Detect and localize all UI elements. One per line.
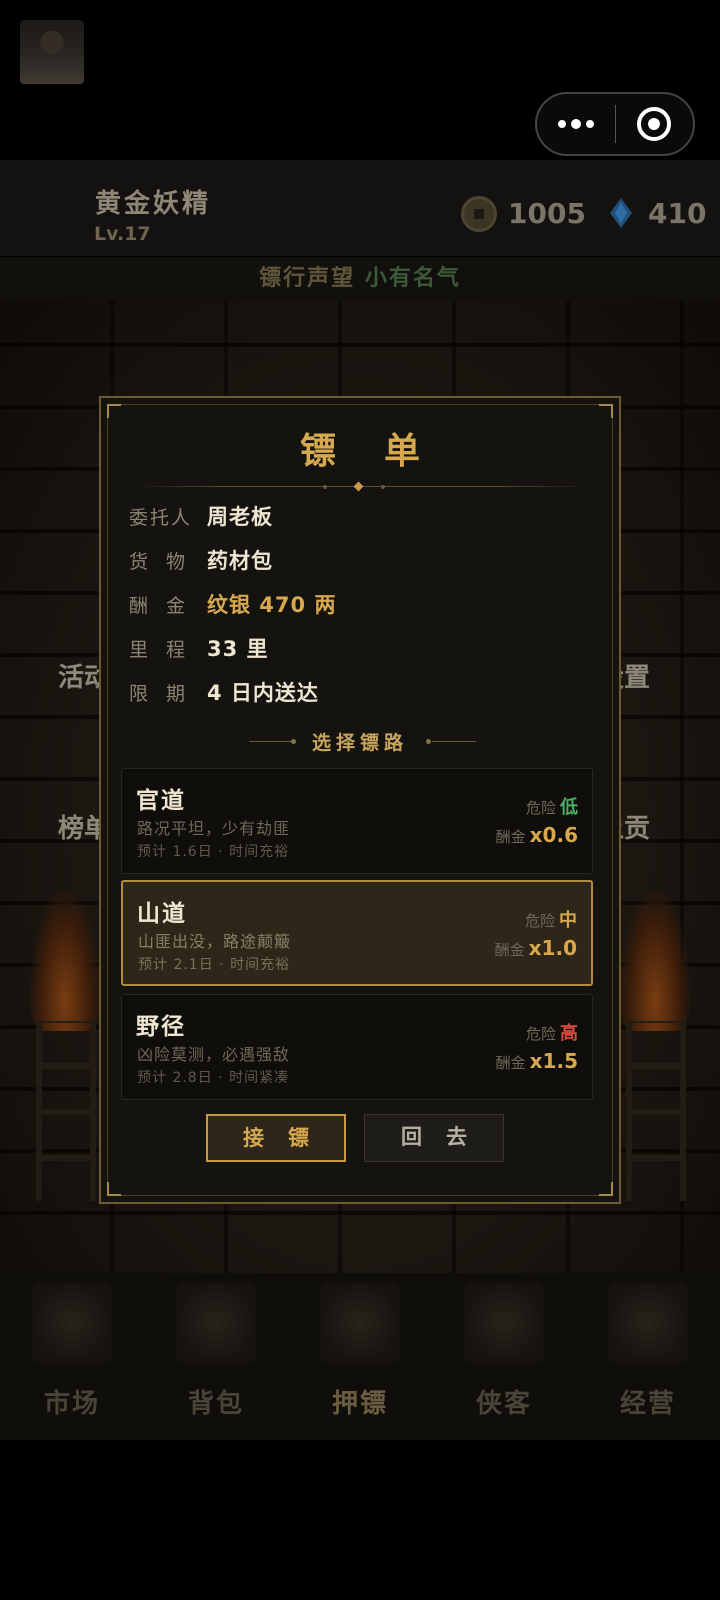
risk-level: 低 (560, 797, 578, 818)
divider-diamond (353, 481, 364, 492)
route-eta: 预计 1.6日 · 时间充裕 (137, 844, 290, 860)
info-value: 33 里 (207, 637, 269, 661)
info-row-deadline: 限期 4 日内送达 (129, 677, 319, 707)
info-row-reward: 酬金 纹银 470 两 (129, 589, 336, 619)
corner-ornament (599, 1182, 613, 1196)
torch-flame-icon (620, 891, 690, 1031)
reputation-value: 小有名气 (364, 266, 461, 291)
corner-ornament (599, 404, 613, 418)
nav-escort[interactable]: 押镖 (288, 1273, 432, 1440)
risk-level: 高 (560, 1023, 578, 1044)
nav-label: 背包 (187, 1389, 244, 1419)
risk-label: 危险 (524, 912, 555, 930)
pay-multiplier: x1.5 (529, 1049, 578, 1073)
info-label: 里程 (129, 638, 204, 661)
nav-market[interactable]: 市场 (0, 1273, 144, 1440)
route-name: 野径 (136, 1014, 186, 1040)
route-option-official-road[interactable]: 官道 路况平坦，少有劫匪 预计 1.6日 · 时间充裕 危险低 酬金 x0.6 (121, 768, 593, 874)
player-name: 黄金妖精 (95, 189, 212, 219)
route-risk: 危险高 (526, 1019, 578, 1045)
back-button[interactable]: 回去 (364, 1114, 504, 1162)
hero-icon (464, 1283, 544, 1363)
nav-hero[interactable]: 侠客 (432, 1273, 576, 1440)
info-row-client: 委托人 周老板 (129, 501, 273, 531)
info-value: 药材包 (207, 549, 273, 573)
blue-gem-icon (610, 198, 632, 228)
nav-backpack[interactable]: 背包 (144, 1273, 288, 1440)
divider-dot (323, 485, 327, 489)
target-close-icon[interactable] (616, 107, 694, 141)
backpack-icon (176, 1283, 256, 1363)
route-name: 山道 (137, 901, 187, 927)
route-header-line (432, 741, 476, 742)
info-label: 委托人 (129, 506, 193, 529)
route-pay: 酬金 x0.6 (496, 823, 578, 847)
corner-ornament (107, 1182, 121, 1196)
risk-label: 危险 (525, 1025, 556, 1043)
business-icon (608, 1283, 688, 1363)
risk-label: 危险 (525, 799, 556, 817)
nav-business[interactable]: 经营 (576, 1273, 720, 1440)
pay-multiplier: x0.6 (529, 823, 578, 847)
nav-label: 侠客 (475, 1389, 532, 1419)
pay-multiplier: x1.0 (528, 936, 577, 960)
info-value: 4 日内送达 (207, 681, 319, 705)
pay-label: 酬金 (494, 941, 525, 959)
torch-stand (36, 1021, 96, 1201)
nav-label: 押镖 (331, 1389, 388, 1419)
route-eta: 预计 2.1日 · 时间充裕 (138, 957, 291, 973)
info-label: 酬金 (129, 594, 204, 617)
divider-dot (381, 485, 385, 489)
reputation-label: 镖行声望 (259, 266, 356, 291)
pay-label: 酬金 (495, 828, 526, 846)
route-desc: 山匪出没，路途颠簸 (138, 932, 292, 951)
torch-flame-icon (30, 891, 100, 1031)
info-row-cargo: 货物 药材包 (129, 545, 273, 575)
route-pay: 酬金 x1.0 (495, 936, 577, 960)
route-option-wild-path[interactable]: 野径 凶险莫测，必遇强敌 预计 2.8日 · 时间紧凑 危险高 酬金 x1.5 (121, 994, 593, 1100)
risk-level: 中 (559, 910, 577, 931)
miniprogram-capsule (535, 92, 695, 156)
reputation-bar: 镖行声望 小有名气 (0, 257, 720, 301)
info-row-distance: 里程 33 里 (129, 633, 269, 663)
torch-stand (626, 1021, 686, 1201)
info-label: 货物 (129, 550, 204, 573)
route-header-dot (426, 739, 431, 744)
info-value: 周老板 (207, 505, 273, 529)
route-option-mountain-road[interactable]: 山道 山匪出没，路途颠簸 预计 2.1日 · 时间充裕 危险中 酬金 x1.0 (121, 880, 593, 986)
nav-label: 经营 (619, 1389, 676, 1419)
route-risk: 危险中 (525, 906, 577, 932)
accept-escort-button[interactable]: 接镖 (206, 1114, 346, 1162)
route-desc: 凶险莫测，必遇强敌 (137, 1045, 291, 1064)
player-level: Lv.17 (94, 223, 151, 245)
nav-label: 市场 (43, 1389, 100, 1419)
modal-title: 镖单 (299, 431, 468, 472)
route-pay: 酬金 x1.5 (496, 1049, 578, 1073)
info-value: 纹银 470 两 (207, 593, 337, 617)
gem-count: 410 (648, 197, 707, 230)
info-label: 限期 (129, 682, 204, 705)
corner-ornament (107, 404, 121, 418)
bottom-nav: 市场 背包 押镖 侠客 经营 (0, 1273, 720, 1440)
route-header: 选择镖路 (311, 732, 408, 754)
escort-flag-icon (320, 1283, 400, 1363)
coin-count: 1005 (508, 197, 586, 230)
route-desc: 路况平坦，少有劫匪 (137, 819, 291, 838)
route-name: 官道 (136, 788, 186, 814)
more-dots-icon[interactable] (537, 118, 615, 129)
escort-order-modal: 镖单 委托人 周老板 货物 药材包 酬金 纹银 470 两 里程 33 里 限期… (99, 396, 621, 1204)
copper-coin-icon (461, 196, 497, 232)
avatar[interactable] (20, 20, 84, 84)
route-eta: 预计 2.8日 · 时间紧凑 (137, 1070, 290, 1086)
pay-label: 酬金 (495, 1054, 526, 1072)
route-risk: 危险低 (526, 793, 578, 819)
market-icon (32, 1283, 112, 1363)
